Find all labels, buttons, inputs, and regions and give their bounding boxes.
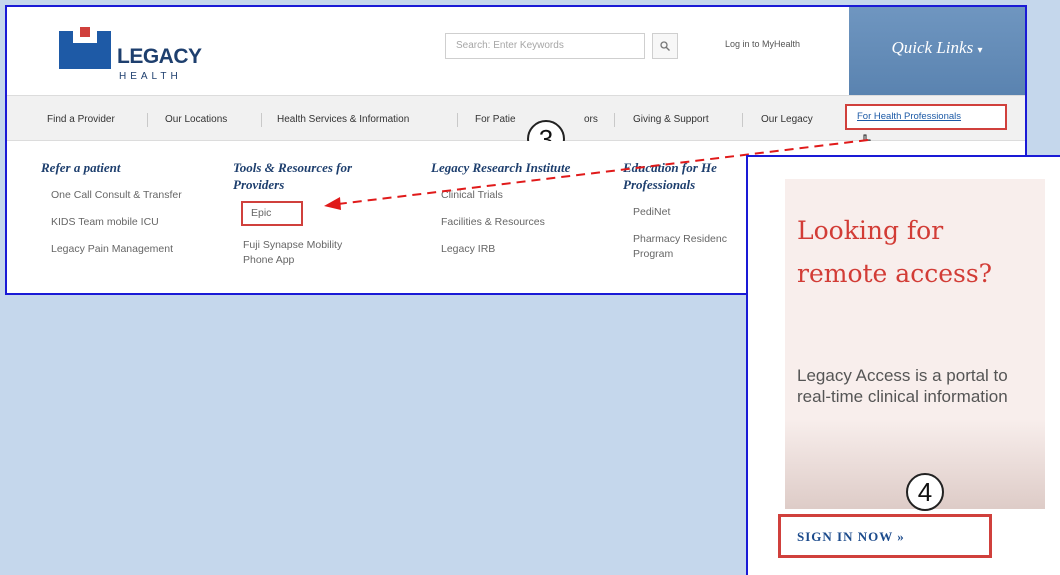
menu-link[interactable]: Pharmacy Residenc Program — [623, 232, 743, 262]
search-input[interactable]: Search: Enter Keywords — [445, 33, 645, 59]
menu-link[interactable]: One Call Consult & Transfer — [41, 188, 191, 203]
remote-access-promo: Looking for remote access? Legacy Access… — [785, 179, 1045, 511]
menu-link-epic[interactable]: Epic — [241, 201, 304, 226]
nav-divider — [614, 113, 615, 127]
nav-divider — [261, 113, 262, 127]
menu-link[interactable]: Legacy Pain Management — [41, 242, 211, 257]
logo-text: LEGACY — [117, 45, 202, 68]
menu-link[interactable]: Clinical Trials — [431, 188, 601, 203]
nav-health-services[interactable]: Health Services & Information — [277, 114, 409, 125]
nav-giving-support[interactable]: Giving & Support — [633, 114, 709, 125]
menu-link[interactable]: Facilities & Resources — [431, 215, 601, 230]
nav-for-patients[interactable]: For Patie — [475, 114, 516, 125]
menu-link[interactable]: KIDS Team mobile ICU — [41, 215, 211, 230]
logo-subtext: HEALTH — [119, 71, 182, 82]
menu-column-title: Legacy Research Institute — [431, 160, 571, 175]
quick-links-button[interactable]: Quick Links ▾ — [849, 7, 1025, 95]
search-button[interactable] — [652, 33, 678, 59]
menu-link[interactable]: Fuji Synapse Mobility Phone App — [233, 238, 373, 268]
nav-for-health-professionals[interactable]: For Health Professionals — [845, 104, 1007, 130]
menu-column-refer: Refer a patient One Call Consult & Trans… — [41, 159, 211, 257]
promo-heading: Looking for remote access? — [797, 216, 993, 288]
site-header: LEGACY HEALTH Search: Enter Keywords Log… — [7, 7, 1025, 95]
nav-our-legacy[interactable]: Our Legacy — [761, 114, 813, 125]
search-icon — [660, 41, 670, 51]
menu-column-research: Legacy Research Institute Clinical Trial… — [431, 159, 601, 257]
menu-column-tools: Tools & Resources for Providers Epic Fuj… — [233, 159, 403, 268]
promo-description: Legacy Access is a portal to real-time c… — [797, 366, 1008, 406]
remote-access-panel: Looking for remote access? Legacy Access… — [746, 155, 1060, 575]
nav-divider — [147, 113, 148, 127]
nav-divider — [742, 113, 743, 127]
logo-mark-icon — [59, 27, 111, 69]
legacy-health-logo[interactable]: LEGACY HEALTH — [59, 21, 202, 83]
chevron-down-icon: ▾ — [977, 45, 983, 56]
login-link[interactable]: Log in to MyHealth — [725, 39, 800, 49]
menu-column-title: Refer a patient — [41, 160, 121, 175]
nav-for-visitors[interactable]: ors — [584, 114, 598, 125]
nav-our-locations[interactable]: Our Locations — [165, 114, 227, 125]
nav-divider — [457, 113, 458, 127]
nav-find-provider[interactable]: Find a Provider — [47, 114, 115, 125]
step-4-callout: 4 — [906, 473, 944, 511]
menu-link[interactable]: Legacy IRB — [431, 242, 601, 257]
sign-in-now-button[interactable]: SIGN IN NOW » — [778, 514, 992, 558]
quick-links-label: Quick Links — [891, 38, 974, 57]
menu-column-title: Tools & Resources for Providers — [233, 160, 353, 192]
